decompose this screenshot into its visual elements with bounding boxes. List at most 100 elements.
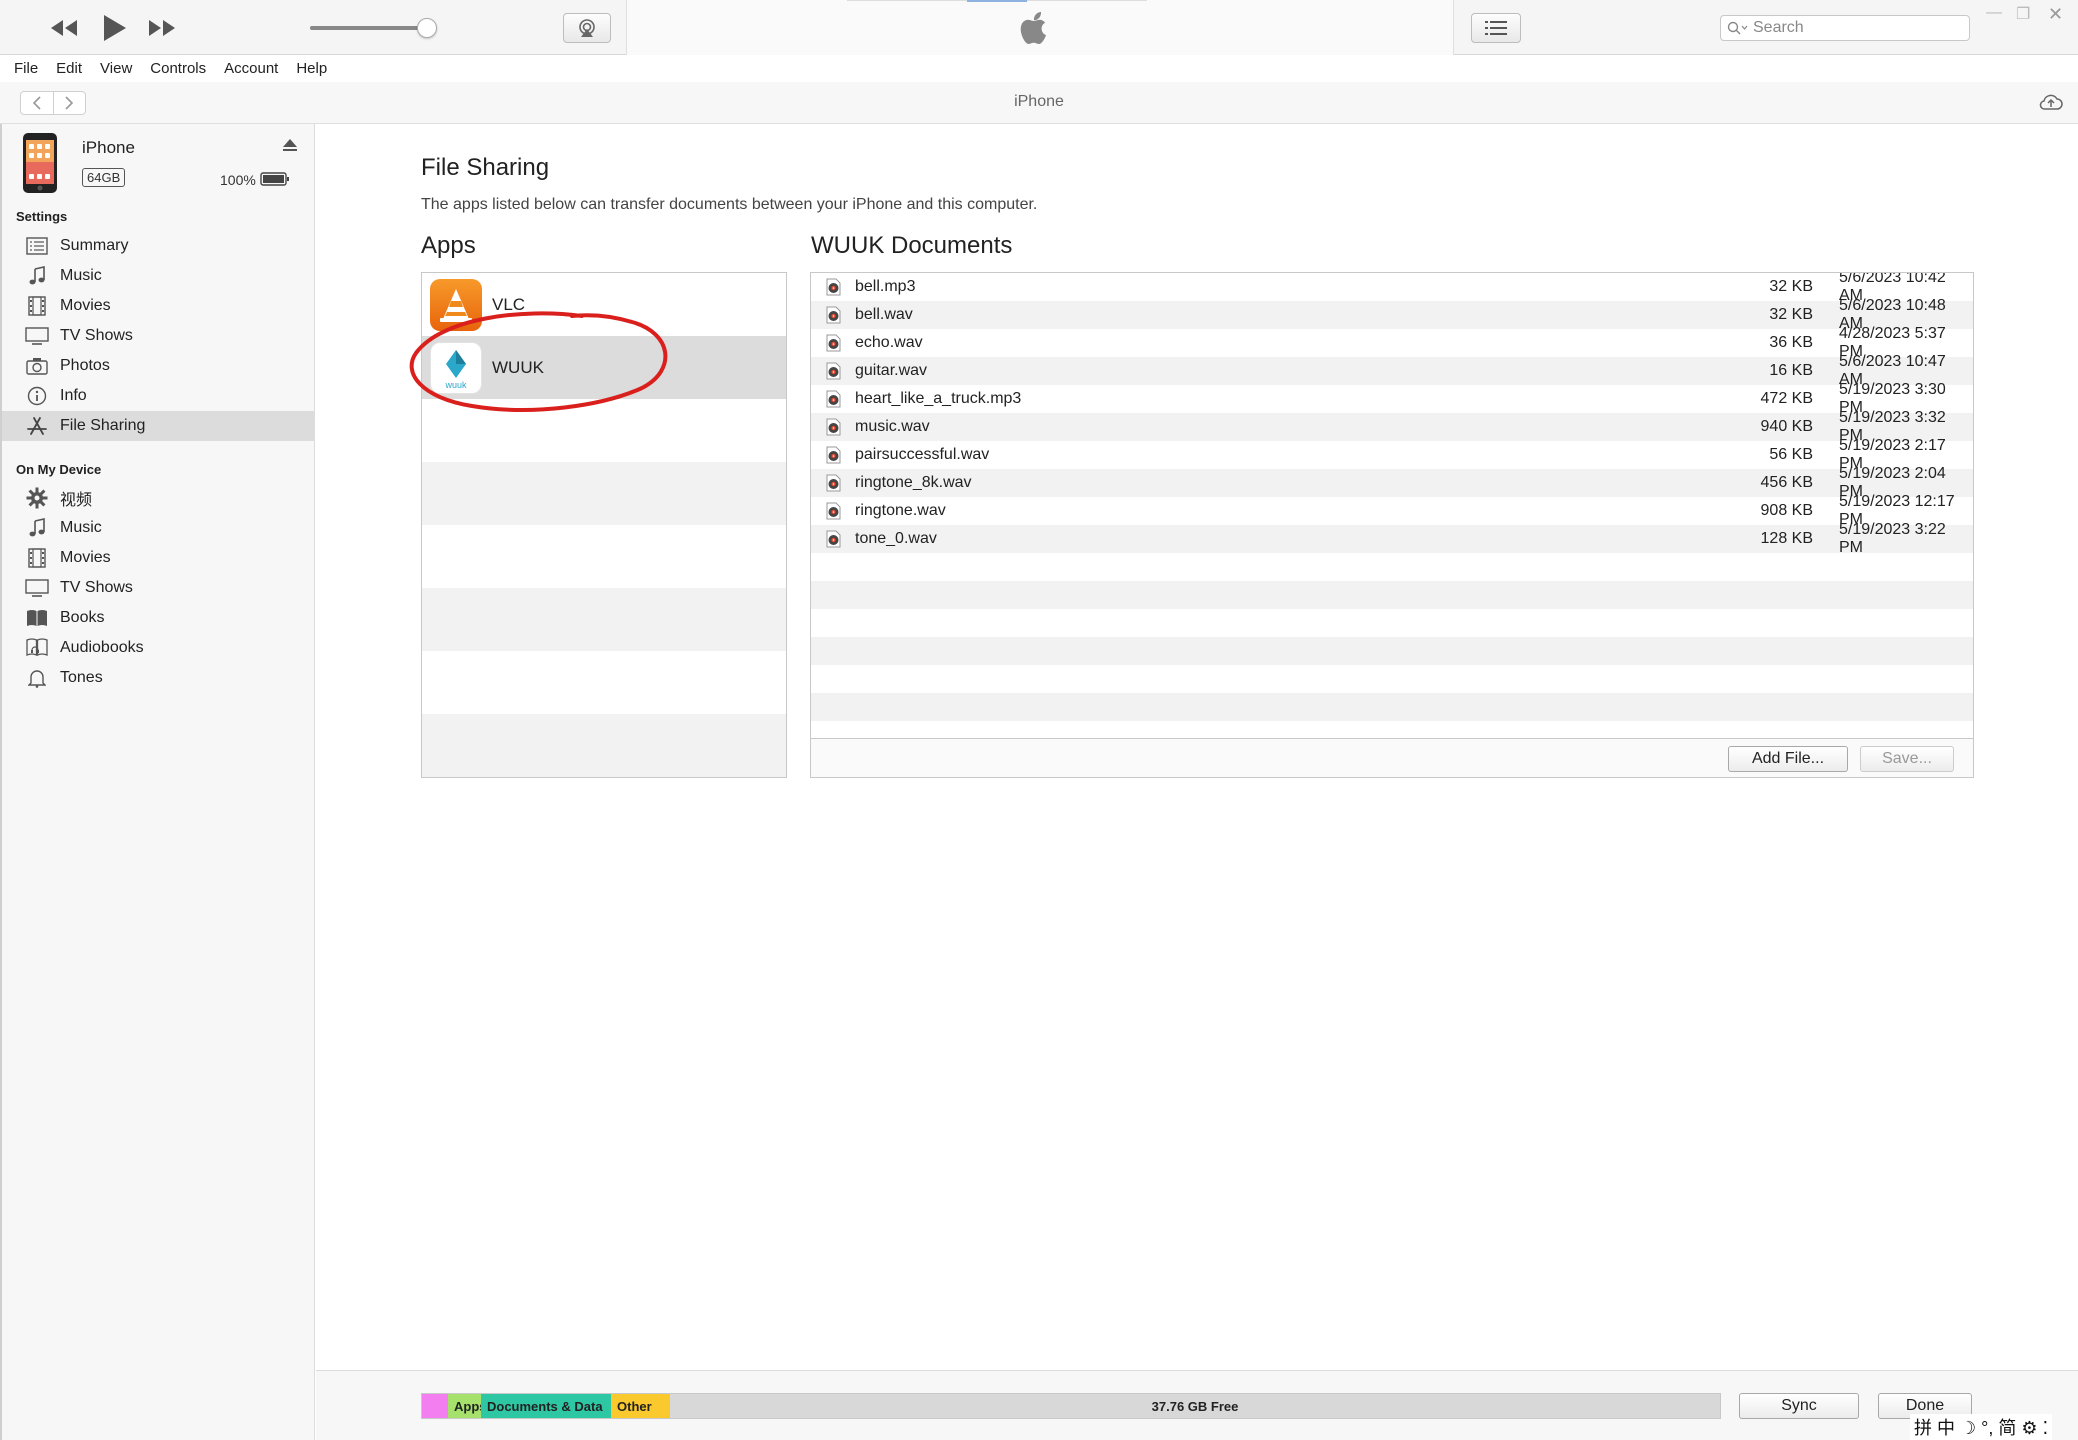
audio-file-icon [824,502,842,520]
audio-file-icon [824,530,842,548]
tv-icon [24,325,50,347]
document-size: 472 KB [1760,390,1813,407]
menu-edit[interactable]: Edit [56,60,82,77]
sidebar-item-tv-shows[interactable]: TV Shows [2,321,315,351]
sidebar-item-视频[interactable]: 视频 [2,483,315,513]
document-size: 32 KB [1769,278,1813,295]
document-row[interactable]: bell.wav 32 KB 5/6/2023 10:48 AM [811,297,1973,332]
up-next-list-button[interactable] [1471,13,1521,43]
sidebar-item-movies[interactable]: Movies [2,543,315,573]
empty-app-row [422,588,786,651]
minimize-window-button[interactable]: — [1986,4,2002,22]
document-size: 32 KB [1769,306,1813,323]
document-name: pairsuccessful.wav [855,446,990,463]
sidebar-item-audiobooks[interactable]: Audiobooks [2,633,315,663]
battery-icon [260,172,289,186]
capacity-segment-documents-data: Documents & Data [481,1394,611,1418]
document-row[interactable]: pairsuccessful.wav 56 KB 5/19/2023 2:17 PM [811,437,1973,472]
summary-icon [24,235,50,257]
capacity-bar[interactable]: Apps Documents & Data Other 37.76 GB Free [421,1393,1721,1419]
cloud-upload-icon[interactable] [2038,92,2064,114]
lcd-progress-accent [967,0,1027,2]
sidebar-item-info[interactable]: Info [2,381,315,411]
play-button[interactable] [94,12,134,44]
volume-slider-thumb[interactable] [417,18,437,38]
iphone-device-icon [23,133,57,193]
document-name: echo.wav [855,334,923,351]
capacity-footer: Apps Documents & Data Other 37.76 GB Free S… [316,1370,2078,1440]
capacity-segment-other: Other [611,1394,670,1418]
search-icon [1727,21,1748,35]
document-row[interactable]: bell.mp3 32 KB 5/6/2023 10:42 AM [811,273,1973,304]
sync-button[interactable]: Sync [1739,1393,1859,1419]
audio-file-icon [824,334,842,352]
empty-app-row [422,714,786,777]
document-size: 128 KB [1760,530,1813,547]
menu-view[interactable]: View [100,60,132,77]
documents-footer: Add File... Save... [811,738,1973,777]
fast-forward-icon [149,20,175,36]
sidebar-item-file-sharing[interactable]: File Sharing [2,411,315,441]
rewind-button[interactable] [44,12,84,44]
toolbar: — ❐ ✕ [0,0,2078,55]
sidebar-item-tv-shows[interactable]: TV Shows [2,573,315,603]
empty-app-row [422,651,786,714]
capacity-segment-apps: Apps [448,1394,487,1418]
menu-file[interactable]: File [14,60,38,77]
document-size: 36 KB [1769,334,1813,351]
sidebar-item-label: Info [60,387,87,404]
close-window-button[interactable]: ✕ [2048,4,2063,25]
device-name[interactable]: iPhone [82,138,135,158]
airplay-button[interactable] [563,13,611,43]
eject-icon[interactable] [282,138,298,152]
music-note-icon [24,517,50,539]
menu-help[interactable]: Help [296,60,327,77]
document-row[interactable]: heart_like_a_truck.mp3 472 KB 5/19/2023 3:… [811,381,1973,416]
sidebar-item-label: Audiobooks [60,639,144,656]
document-name: ringtone.wav [855,502,946,519]
document-row[interactable]: guitar.wav 16 KB 5/6/2023 10:47 AM [811,353,1973,388]
menu-account[interactable]: Account [224,60,278,77]
document-row[interactable]: ringtone_8k.wav 456 KB 5/19/2023 2:04 PM [811,465,1973,500]
empty-document-row [811,609,1973,637]
camera-icon [24,355,50,377]
film-icon [24,547,50,569]
menu-controls[interactable]: Controls [150,60,206,77]
apple-logo-icon [1020,12,1046,44]
fast-forward-button[interactable] [142,12,182,44]
sidebar-item-label: TV Shows [60,327,133,344]
document-name: ringtone_8k.wav [855,474,972,491]
search-input[interactable] [1753,19,1953,37]
add-file-button[interactable]: Add File... [1728,746,1848,772]
sidebar-item-music[interactable]: Music [2,513,315,543]
document-name: guitar.wav [855,362,928,379]
sidebar-item-movies[interactable]: Movies [2,291,315,321]
sidebar-item-tones[interactable]: Tones [2,663,315,693]
restore-window-button[interactable]: ❐ [2016,4,2030,24]
search-box[interactable] [1720,15,1970,41]
page-description: The apps listed below can transfer docum… [421,196,1038,213]
battery-percentage: 100% [220,172,256,188]
ime-status-bar[interactable]: 拼 中 ☽ °, 简 ⚙ ⁚ [1910,1414,2053,1440]
empty-app-row [422,525,786,588]
sidebar-item-music[interactable]: Music [2,261,315,291]
document-row[interactable]: music.wav 940 KB 5/19/2023 3:32 PM [811,409,1973,444]
document-name: tone_0.wav [855,530,937,547]
info-icon [24,385,50,407]
volume-slider[interactable] [310,26,428,30]
nav-title: iPhone [1014,93,1064,110]
sidebar-item-photos[interactable]: Photos [2,351,315,381]
page-title: File Sharing [421,154,550,181]
document-name: music.wav [855,418,930,435]
document-row[interactable]: echo.wav 36 KB 4/28/2023 5:37 PM [811,325,1973,360]
save-button[interactable]: Save... [1860,746,1954,772]
empty-document-row [811,581,1973,609]
document-row[interactable]: tone_0.wav 128 KB 5/19/2023 3:22 PM [811,521,1973,556]
sidebar-item-summary[interactable]: Summary [2,231,315,261]
audiobook-icon [24,637,50,659]
settings-heading: Settings [16,209,68,224]
document-row[interactable]: ringtone.wav 908 KB 5/19/2023 12:17 PM [811,493,1973,528]
sidebar-item-label: Books [60,609,105,626]
sidebar-item-books[interactable]: Books [2,603,315,633]
empty-document-row [811,665,1973,693]
